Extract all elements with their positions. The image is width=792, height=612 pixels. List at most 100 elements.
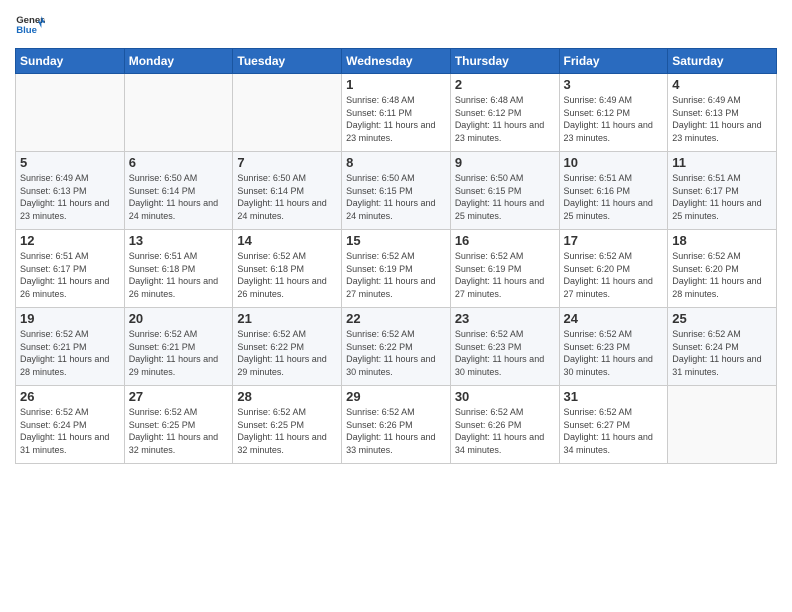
calendar-cell: 15 Sunrise: 6:52 AM Sunset: 6:19 PM Dayli… [342,230,451,308]
day-info: Sunrise: 6:52 AM Sunset: 6:26 PM Dayligh… [346,406,446,456]
weekday-header-monday: Monday [124,49,233,74]
calendar-cell: 21Sunrise: 6:52 AM Sunset: 6:22 PM Dayli… [233,308,342,386]
day-number: 26 [20,389,120,404]
calendar-cell: 11 Sunrise: 6:51 AM Sunset: 6:17 PM Dayli… [668,152,777,230]
calendar-cell: 6Sunrise: 6:50 AM Sunset: 6:14 PM Daylig… [124,152,233,230]
calendar-cell: 19 Sunrise: 6:52 AM Sunset: 6:21 PM Dayli… [16,308,125,386]
generalblue-logo-icon: General Blue [15,10,45,40]
weekday-header-row: SundayMondayTuesdayWednesdayThursdayFrid… [16,49,777,74]
day-info: Sunrise: 6:49 AM Sunset: 6:13 PM Dayligh… [20,172,120,222]
calendar-cell [124,74,233,152]
svg-text:Blue: Blue [16,25,37,36]
day-info: Sunrise: 6:48 AM Sunset: 6:12 PM Dayligh… [455,94,555,144]
day-number: 3 [564,77,664,92]
calendar-cell: 16 Sunrise: 6:52 AM Sunset: 6:19 PM Dayli… [450,230,559,308]
day-info: Sunrise: 6:51 AM Sunset: 6:16 PM Dayligh… [564,172,664,222]
calendar-cell: 5 Sunrise: 6:49 AM Sunset: 6:13 PM Daylig… [16,152,125,230]
day-number: 9 [455,155,555,170]
day-info: Sunrise: 6:52 AM Sunset: 6:19 PM Dayligh… [346,250,446,300]
day-number: 25 [672,311,772,326]
weekday-header-friday: Friday [559,49,668,74]
weekday-header-sunday: Sunday [16,49,125,74]
calendar-cell: 9 Sunrise: 6:50 AM Sunset: 6:15 PM Daylig… [450,152,559,230]
day-info: Sunrise: 6:52 AM Sunset: 6:27 PM Dayligh… [564,406,664,456]
calendar-cell: 10 Sunrise: 6:51 AM Sunset: 6:16 PM Dayli… [559,152,668,230]
day-number: 14 [237,233,337,248]
header: General Blue [15,10,777,40]
calendar-cell: 13 Sunrise: 6:51 AM Sunset: 6:18 PM Dayli… [124,230,233,308]
day-number: 29 [346,389,446,404]
day-info: Sunrise: 6:49 AM Sunset: 6:13 PM Dayligh… [672,94,772,144]
day-info: Sunrise: 6:52 AM Sunset: 6:20 PM Dayligh… [564,250,664,300]
day-number: 1 [346,77,446,92]
day-info: Sunrise: 6:48 AM Sunset: 6:11 PM Dayligh… [346,94,446,144]
day-info: Sunrise: 6:52 AM Sunset: 6:21 PM Dayligh… [20,328,120,378]
calendar-cell: 2 Sunrise: 6:48 AM Sunset: 6:12 PM Daylig… [450,74,559,152]
day-info: Sunrise: 6:52 AM Sunset: 6:24 PM Dayligh… [672,328,772,378]
calendar-cell: 24 Sunrise: 6:52 AM Sunset: 6:23 PM Dayli… [559,308,668,386]
day-number: 31 [564,389,664,404]
calendar-cell: 12 Sunrise: 6:51 AM Sunset: 6:17 PM Dayli… [16,230,125,308]
week-row-5: 26 Sunrise: 6:52 AM Sunset: 6:24 PM Dayli… [16,386,777,464]
day-number: 24 [564,311,664,326]
weekday-header-thursday: Thursday [450,49,559,74]
calendar-cell: 31 Sunrise: 6:52 AM Sunset: 6:27 PM Dayli… [559,386,668,464]
day-number: 4 [672,77,772,92]
day-number: 16 [455,233,555,248]
day-info: Sunrise: 6:52 AM Sunset: 6:18 PM Dayligh… [237,250,337,300]
calendar-cell [16,74,125,152]
week-row-3: 12 Sunrise: 6:51 AM Sunset: 6:17 PM Dayli… [16,230,777,308]
calendar-cell: 20 Sunrise: 6:52 AM Sunset: 6:21 PM Dayli… [124,308,233,386]
day-info: Sunrise: 6:49 AM Sunset: 6:12 PM Dayligh… [564,94,664,144]
calendar-cell: 7Sunrise: 6:50 AM Sunset: 6:14 PM Daylig… [233,152,342,230]
day-number: 20 [129,311,229,326]
calendar-cell: 17 Sunrise: 6:52 AM Sunset: 6:20 PM Dayli… [559,230,668,308]
week-row-4: 19 Sunrise: 6:52 AM Sunset: 6:21 PM Dayli… [16,308,777,386]
calendar-cell: 3 Sunrise: 6:49 AM Sunset: 6:12 PM Daylig… [559,74,668,152]
week-row-2: 5 Sunrise: 6:49 AM Sunset: 6:13 PM Daylig… [16,152,777,230]
day-info: Sunrise: 6:51 AM Sunset: 6:17 PM Dayligh… [672,172,772,222]
day-info: Sunrise: 6:52 AM Sunset: 6:26 PM Dayligh… [455,406,555,456]
calendar-cell: 25 Sunrise: 6:52 AM Sunset: 6:24 PM Dayli… [668,308,777,386]
day-number: 5 [20,155,120,170]
day-number: 13 [129,233,229,248]
weekday-header-saturday: Saturday [668,49,777,74]
day-info: Sunrise: 6:52 AM Sunset: 6:20 PM Dayligh… [672,250,772,300]
day-number: 10 [564,155,664,170]
week-row-1: 1 Sunrise: 6:48 AM Sunset: 6:11 PM Daylig… [16,74,777,152]
logo: General Blue [15,10,45,40]
day-number: 21 [237,311,337,326]
day-info: Sunrise: 6:51 AM Sunset: 6:17 PM Dayligh… [20,250,120,300]
day-number: 23 [455,311,555,326]
day-info: Sunrise: 6:52 AM Sunset: 6:21 PM Dayligh… [129,328,229,378]
day-info: Sunrise: 6:52 AM Sunset: 6:23 PM Dayligh… [564,328,664,378]
weekday-header-tuesday: Tuesday [233,49,342,74]
day-number: 11 [672,155,772,170]
day-number: 17 [564,233,664,248]
calendar-cell: 30 Sunrise: 6:52 AM Sunset: 6:26 PM Dayli… [450,386,559,464]
day-info: Sunrise: 6:52 AM Sunset: 6:25 PM Dayligh… [129,406,229,456]
day-info: Sunrise: 6:52 AM Sunset: 6:19 PM Dayligh… [455,250,555,300]
calendar-cell: 1 Sunrise: 6:48 AM Sunset: 6:11 PM Daylig… [342,74,451,152]
calendar-cell: 22 Sunrise: 6:52 AM Sunset: 6:22 PM Dayli… [342,308,451,386]
calendar-cell: 4 Sunrise: 6:49 AM Sunset: 6:13 PM Daylig… [668,74,777,152]
day-info: Sunrise: 6:50 AM Sunset: 6:14 PM Dayligh… [237,172,337,222]
day-info: Sunrise: 6:51 AM Sunset: 6:18 PM Dayligh… [129,250,229,300]
day-number: 15 [346,233,446,248]
day-info: Sunrise: 6:52 AM Sunset: 6:25 PM Dayligh… [237,406,337,456]
day-number: 28 [237,389,337,404]
day-number: 30 [455,389,555,404]
day-number: 12 [20,233,120,248]
calendar-cell: 18 Sunrise: 6:52 AM Sunset: 6:20 PM Dayli… [668,230,777,308]
day-number: 19 [20,311,120,326]
weekday-header-wednesday: Wednesday [342,49,451,74]
day-number: 6 [129,155,229,170]
day-info: Sunrise: 6:52 AM Sunset: 6:22 PM Dayligh… [346,328,446,378]
day-number: 2 [455,77,555,92]
day-number: 22 [346,311,446,326]
day-info: Sunrise: 6:52 AM Sunset: 6:24 PM Dayligh… [20,406,120,456]
day-number: 18 [672,233,772,248]
calendar-cell: 14 Sunrise: 6:52 AM Sunset: 6:18 PM Dayli… [233,230,342,308]
calendar-cell [668,386,777,464]
day-info: Sunrise: 6:50 AM Sunset: 6:15 PM Dayligh… [455,172,555,222]
